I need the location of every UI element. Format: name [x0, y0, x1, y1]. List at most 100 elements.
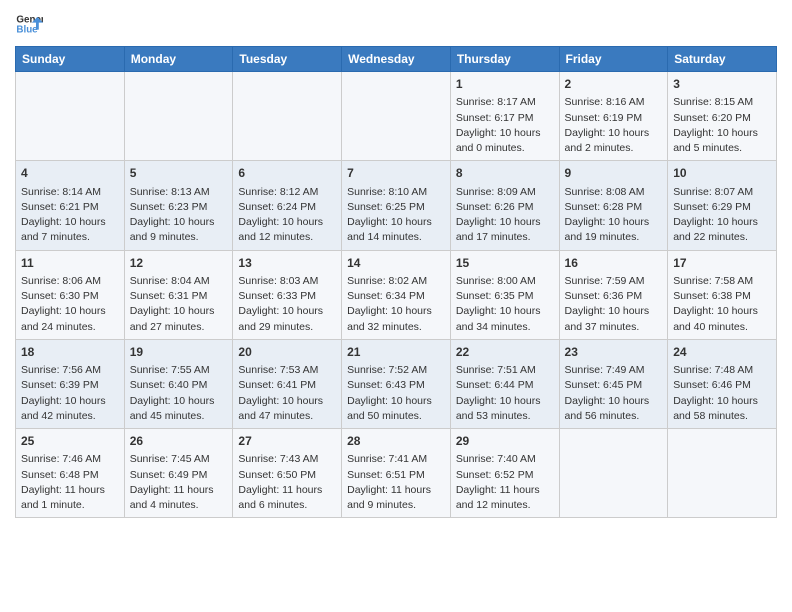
cell-content: 28Sunrise: 7:41 AMSunset: 6:51 PMDayligh… — [347, 433, 445, 513]
calendar-row: 18Sunrise: 7:56 AMSunset: 6:39 PMDayligh… — [16, 339, 777, 428]
cell-line: Sunrise: 7:51 AM — [456, 363, 554, 378]
calendar-cell: 18Sunrise: 7:56 AMSunset: 6:39 PMDayligh… — [16, 339, 125, 428]
cell-content: 20Sunrise: 7:53 AMSunset: 6:41 PMDayligh… — [238, 344, 336, 424]
cell-line: Sunset: 6:33 PM — [238, 289, 336, 304]
day-number: 2 — [565, 76, 663, 93]
cell-line: Sunset: 6:43 PM — [347, 378, 445, 393]
cell-line: Sunset: 6:39 PM — [21, 378, 119, 393]
cell-line: Sunrise: 8:07 AM — [673, 185, 771, 200]
cell-line: Sunset: 6:35 PM — [456, 289, 554, 304]
cell-line: Daylight: 10 hours — [456, 215, 554, 230]
cell-line: Daylight: 10 hours — [565, 215, 663, 230]
day-header-monday: Monday — [124, 47, 233, 72]
calendar-cell: 4Sunrise: 8:14 AMSunset: 6:21 PMDaylight… — [16, 161, 125, 250]
cell-line: Daylight: 10 hours — [456, 304, 554, 319]
cell-line: Sunrise: 7:56 AM — [21, 363, 119, 378]
cell-content: 11Sunrise: 8:06 AMSunset: 6:30 PMDayligh… — [21, 255, 119, 335]
cell-line: Sunset: 6:44 PM — [456, 378, 554, 393]
cell-line: and 27 minutes. — [130, 320, 228, 335]
cell-line: Sunset: 6:19 PM — [565, 111, 663, 126]
calendar-cell — [124, 72, 233, 161]
cell-line: and 19 minutes. — [565, 230, 663, 245]
cell-content: 12Sunrise: 8:04 AMSunset: 6:31 PMDayligh… — [130, 255, 228, 335]
cell-content: 27Sunrise: 7:43 AMSunset: 6:50 PMDayligh… — [238, 433, 336, 513]
cell-line: Sunset: 6:51 PM — [347, 468, 445, 483]
cell-content: 14Sunrise: 8:02 AMSunset: 6:34 PMDayligh… — [347, 255, 445, 335]
calendar-row: 4Sunrise: 8:14 AMSunset: 6:21 PMDaylight… — [16, 161, 777, 250]
day-number: 11 — [21, 255, 119, 272]
day-header-thursday: Thursday — [450, 47, 559, 72]
calendar-cell: 19Sunrise: 7:55 AMSunset: 6:40 PMDayligh… — [124, 339, 233, 428]
logo-icon: General Blue — [15, 10, 43, 38]
day-number: 20 — [238, 344, 336, 361]
day-number: 28 — [347, 433, 445, 450]
calendar-cell: 6Sunrise: 8:12 AMSunset: 6:24 PMDaylight… — [233, 161, 342, 250]
cell-line: Daylight: 10 hours — [456, 394, 554, 409]
cell-line: Daylight: 10 hours — [456, 126, 554, 141]
cell-line: Sunrise: 7:49 AM — [565, 363, 663, 378]
cell-line: and 9 minutes. — [130, 230, 228, 245]
cell-line: and 22 minutes. — [673, 230, 771, 245]
cell-content: 15Sunrise: 8:00 AMSunset: 6:35 PMDayligh… — [456, 255, 554, 335]
cell-line: Daylight: 10 hours — [347, 215, 445, 230]
day-number: 15 — [456, 255, 554, 272]
cell-line: and 1 minute. — [21, 498, 119, 513]
day-number: 25 — [21, 433, 119, 450]
cell-line: Sunrise: 8:15 AM — [673, 95, 771, 110]
cell-line: Sunrise: 7:53 AM — [238, 363, 336, 378]
day-header-wednesday: Wednesday — [342, 47, 451, 72]
cell-line: Sunrise: 8:16 AM — [565, 95, 663, 110]
calendar-cell — [342, 72, 451, 161]
cell-line: Sunrise: 7:48 AM — [673, 363, 771, 378]
cell-line: Sunrise: 8:12 AM — [238, 185, 336, 200]
cell-content: 10 Sunrise: 8:07 AMSunset: 6:29 PMDayligh… — [673, 165, 771, 245]
day-number: 10 — [673, 165, 771, 182]
calendar-cell: 15Sunrise: 8:00 AMSunset: 6:35 PMDayligh… — [450, 250, 559, 339]
cell-line: and 14 minutes. — [347, 230, 445, 245]
cell-line: and 50 minutes. — [347, 409, 445, 424]
cell-line: Sunset: 6:29 PM — [673, 200, 771, 215]
cell-content: 22Sunrise: 7:51 AMSunset: 6:44 PMDayligh… — [456, 344, 554, 424]
cell-line: Sunset: 6:41 PM — [238, 378, 336, 393]
cell-line: Sunset: 6:21 PM — [21, 200, 119, 215]
cell-line: Daylight: 10 hours — [21, 215, 119, 230]
logo: General Blue — [15, 10, 43, 38]
cell-line: Sunrise: 8:14 AM — [21, 185, 119, 200]
cell-line: Daylight: 10 hours — [238, 215, 336, 230]
cell-line: Sunset: 6:36 PM — [565, 289, 663, 304]
day-number: 19 — [130, 344, 228, 361]
cell-line: Sunset: 6:26 PM — [456, 200, 554, 215]
cell-line: Sunset: 6:40 PM — [130, 378, 228, 393]
cell-line: Sunset: 6:50 PM — [238, 468, 336, 483]
calendar-cell: 13Sunrise: 8:03 AMSunset: 6:33 PMDayligh… — [233, 250, 342, 339]
day-number: 9 — [565, 165, 663, 182]
cell-line: Sunset: 6:52 PM — [456, 468, 554, 483]
cell-line: and 12 minutes. — [456, 498, 554, 513]
cell-line: Daylight: 10 hours — [673, 394, 771, 409]
cell-line: Sunset: 6:23 PM — [130, 200, 228, 215]
cell-line: and 58 minutes. — [673, 409, 771, 424]
cell-line: Sunrise: 7:41 AM — [347, 452, 445, 467]
cell-line: Sunset: 6:24 PM — [238, 200, 336, 215]
cell-line: and 9 minutes. — [347, 498, 445, 513]
cell-line: Daylight: 10 hours — [21, 394, 119, 409]
calendar-cell: 14Sunrise: 8:02 AMSunset: 6:34 PMDayligh… — [342, 250, 451, 339]
cell-content: 7Sunrise: 8:10 AMSunset: 6:25 PMDaylight… — [347, 165, 445, 245]
cell-line: and 40 minutes. — [673, 320, 771, 335]
cell-content: 16Sunrise: 7:59 AMSunset: 6:36 PMDayligh… — [565, 255, 663, 335]
cell-line: Daylight: 10 hours — [347, 304, 445, 319]
cell-line: Sunset: 6:17 PM — [456, 111, 554, 126]
day-number: 16 — [565, 255, 663, 272]
cell-line: Daylight: 10 hours — [673, 126, 771, 141]
cell-line: Daylight: 10 hours — [565, 394, 663, 409]
cell-content: 1Sunrise: 8:17 AMSunset: 6:17 PMDaylight… — [456, 76, 554, 156]
calendar-cell: 7Sunrise: 8:10 AMSunset: 6:25 PMDaylight… — [342, 161, 451, 250]
calendar-cell: 17Sunrise: 7:58 AMSunset: 6:38 PMDayligh… — [668, 250, 777, 339]
cell-line: Sunrise: 8:06 AM — [21, 274, 119, 289]
cell-line: and 7 minutes. — [21, 230, 119, 245]
day-header-sunday: Sunday — [16, 47, 125, 72]
cell-line: and 32 minutes. — [347, 320, 445, 335]
cell-line: Sunrise: 7:46 AM — [21, 452, 119, 467]
cell-line: Daylight: 10 hours — [673, 215, 771, 230]
calendar-cell: 23Sunrise: 7:49 AMSunset: 6:45 PMDayligh… — [559, 339, 668, 428]
